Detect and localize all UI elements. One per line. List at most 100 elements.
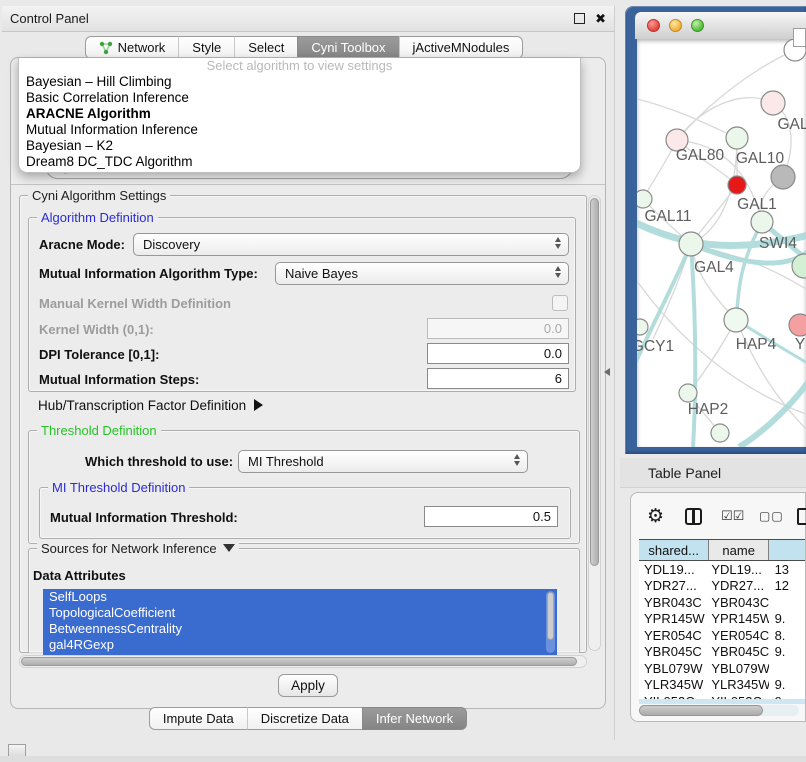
tab-select[interactable]: Select — [234, 36, 297, 59]
node-bottom[interactable] — [711, 424, 729, 442]
table-row[interactable]: YLR345WYLR345W9. — [639, 677, 805, 694]
close-icon[interactable]: ✖ — [595, 12, 606, 25]
tab-impute-data[interactable]: Impute Data — [149, 707, 247, 730]
node-salmon[interactable] — [789, 314, 806, 336]
bottom-tab-bar: Impute Data Discretize Data Infer Networ… — [2, 707, 614, 730]
gear-icon[interactable]: ⚙ — [647, 505, 664, 528]
columns-icon[interactable] — [685, 508, 702, 525]
settings-horizontal-scrollbar[interactable] — [19, 655, 587, 668]
algorithm-option[interactable]: Bayesian – K2 — [19, 138, 580, 154]
table-row[interactable]: YDL19...YDL19...13 — [639, 561, 805, 578]
separator — [11, 184, 605, 185]
node-label: GAL — [777, 116, 806, 133]
node-gray[interactable] — [771, 165, 795, 189]
mi-type-combo[interactable]: Naive Bayes — [275, 262, 569, 285]
node-hap2[interactable] — [679, 384, 697, 402]
node-table: shared... name YDL19...YDL19...13YDR27..… — [639, 539, 805, 721]
minimize-traffic-light[interactable] — [669, 19, 682, 32]
combo-stepper-icon — [555, 266, 561, 278]
node-gal4[interactable] — [679, 232, 703, 256]
attribute-item[interactable]: gal4RGexp — [43, 637, 557, 653]
node-gal11[interactable] — [637, 190, 652, 208]
algorithm-option[interactable]: ARACNE Algorithm — [19, 106, 580, 122]
settings-vertical-scrollbar[interactable] — [588, 195, 601, 651]
table-cell: 9. — [769, 677, 805, 692]
checked-boxes-icon[interactable]: ☑☑ — [721, 508, 744, 524]
mi-steps-input[interactable]: 6 — [427, 368, 569, 389]
tab-label: Cyni Toolbox — [311, 40, 385, 55]
dropdown-placeholder: Select algorithm to view settings — [19, 58, 580, 74]
algorithm-option[interactable]: Basic Correlation Inference — [19, 90, 580, 106]
control-panel-window: Control Panel ✖ Network Style Select Cyn… — [2, 6, 615, 740]
table-row[interactable]: YBR045CYBR045C9. — [639, 644, 805, 661]
algorithm-option[interactable]: Bayesian – Hill Climbing — [19, 74, 580, 90]
top-tab-bar: Network Style Select Cyni Toolbox jActiv… — [2, 36, 606, 59]
unchecked-boxes-icon[interactable]: ▢▢ — [759, 509, 784, 523]
group-title: MI Threshold Definition — [48, 480, 189, 495]
algorithm-option[interactable]: Dream8 DC_TDC Algorithm — [19, 154, 580, 170]
attribute-item[interactable]: TopologicalCoefficient — [43, 605, 557, 621]
table-body: YDL19...YDL19...13YDR27...YDR27...12YBR0… — [639, 561, 805, 701]
table-row[interactable]: YPR145WYPR145W9. — [639, 611, 805, 628]
tab-jactivemnodules[interactable]: jActiveMNodules — [399, 36, 524, 59]
tab-cyni-toolbox[interactable]: Cyni Toolbox — [297, 36, 398, 59]
table-horizontal-scrollbar[interactable] — [639, 705, 799, 716]
column-header[interactable]: name — [709, 540, 769, 560]
node-label: GAL80 — [676, 147, 725, 164]
manual-kernel-checkbox[interactable] — [552, 295, 568, 311]
tab-discretize-data[interactable]: Discretize Data — [247, 707, 362, 730]
network-window-titlebar — [635, 12, 806, 39]
node-gal1[interactable] — [751, 211, 773, 233]
canvas-corner-widget[interactable] — [793, 28, 806, 47]
which-threshold-combo[interactable]: MI Threshold — [238, 450, 528, 473]
node-gal10[interactable] — [726, 127, 748, 149]
node-hap4[interactable] — [724, 308, 748, 332]
combo-stepper-icon — [514, 454, 520, 466]
apply-button[interactable]: Apply — [278, 674, 338, 697]
tab-style[interactable]: Style — [178, 36, 234, 59]
table-row[interactable]: YBR043CYBR043C — [639, 594, 805, 611]
attribute-item[interactable]: SelfLoops — [43, 589, 557, 605]
tab-infer-network[interactable]: Infer Network — [362, 707, 467, 730]
attribute-item[interactable]: BetweennessCentrality — [43, 621, 557, 637]
panel-resize-arrow[interactable] — [604, 368, 610, 376]
table-cell: YLR345W — [709, 677, 768, 692]
network-canvas[interactable]: GAL GAL80 GAL10 GAL1 GAL11 SWI4 GAL4 GCY… — [637, 39, 806, 447]
dpi-tolerance-label: DPI Tolerance [0,1]: — [39, 347, 159, 362]
hub-definition-label: Hub/Transcription Factor Definition — [38, 398, 246, 413]
sources-group-title[interactable]: Sources for Network Inference — [37, 541, 239, 556]
node-left-small[interactable] — [637, 319, 648, 335]
data-attributes-list[interactable]: SelfLoopsTopologicalCoefficientBetweenne… — [43, 589, 557, 659]
algorithm-option[interactable]: Mutual Information Inference — [19, 122, 580, 138]
float-window-icon[interactable] — [574, 13, 585, 24]
mi-type-value: Naive Bayes — [285, 266, 358, 281]
mi-threshold-input[interactable]: 0.5 — [424, 506, 558, 527]
dpi-tolerance-input[interactable]: 0.0 — [427, 343, 569, 364]
tab-label: Discretize Data — [261, 711, 349, 726]
table-row[interactable]: YER054CYER054C8. — [639, 627, 805, 644]
control-panel-titlebar: Control Panel ✖ — [2, 6, 614, 32]
node-selected-red[interactable] — [728, 176, 746, 194]
table-row[interactable]: YDR27...YDR27...12 — [639, 578, 805, 595]
zoom-traffic-light[interactable] — [691, 19, 704, 32]
algorithm-dropdown-popup: Select algorithm to view settings Bayesi… — [18, 58, 581, 173]
column-header[interactable] — [769, 540, 805, 560]
hub-definition-toggle[interactable]: Hub/Transcription Factor Definition — [38, 398, 263, 413]
close-traffic-light[interactable] — [647, 19, 660, 32]
node-gal-partial[interactable] — [761, 91, 785, 115]
group-title: Cyni Algorithm Settings — [28, 188, 170, 203]
column-header[interactable]: shared... — [639, 540, 709, 560]
table-panel-window: ⚙ ☑☑ ▢▢ shared... name YDL19...YDL19...1… — [630, 492, 806, 722]
list-scrollbar[interactable] — [546, 591, 555, 653]
node-label: GAL1 — [737, 196, 777, 213]
aracne-mode-combo[interactable]: Discovery — [133, 233, 569, 256]
threshold-definition-group: Threshold Definition Which threshold to … — [28, 430, 580, 544]
mi-type-label: Mutual Information Algorithm Type: — [39, 266, 258, 281]
table-cell: YLR345W — [639, 677, 709, 692]
data-attributes-label: Data Attributes — [33, 568, 126, 583]
table-row[interactable]: YBL079WYBL079W — [639, 660, 805, 677]
mi-threshold-definition-group: MI Threshold Definition Mutual Informati… — [39, 487, 571, 539]
tab-network[interactable]: Network — [85, 36, 179, 59]
grid-icon[interactable] — [797, 508, 806, 525]
kernel-width-input[interactable]: 0.0 — [427, 318, 569, 339]
